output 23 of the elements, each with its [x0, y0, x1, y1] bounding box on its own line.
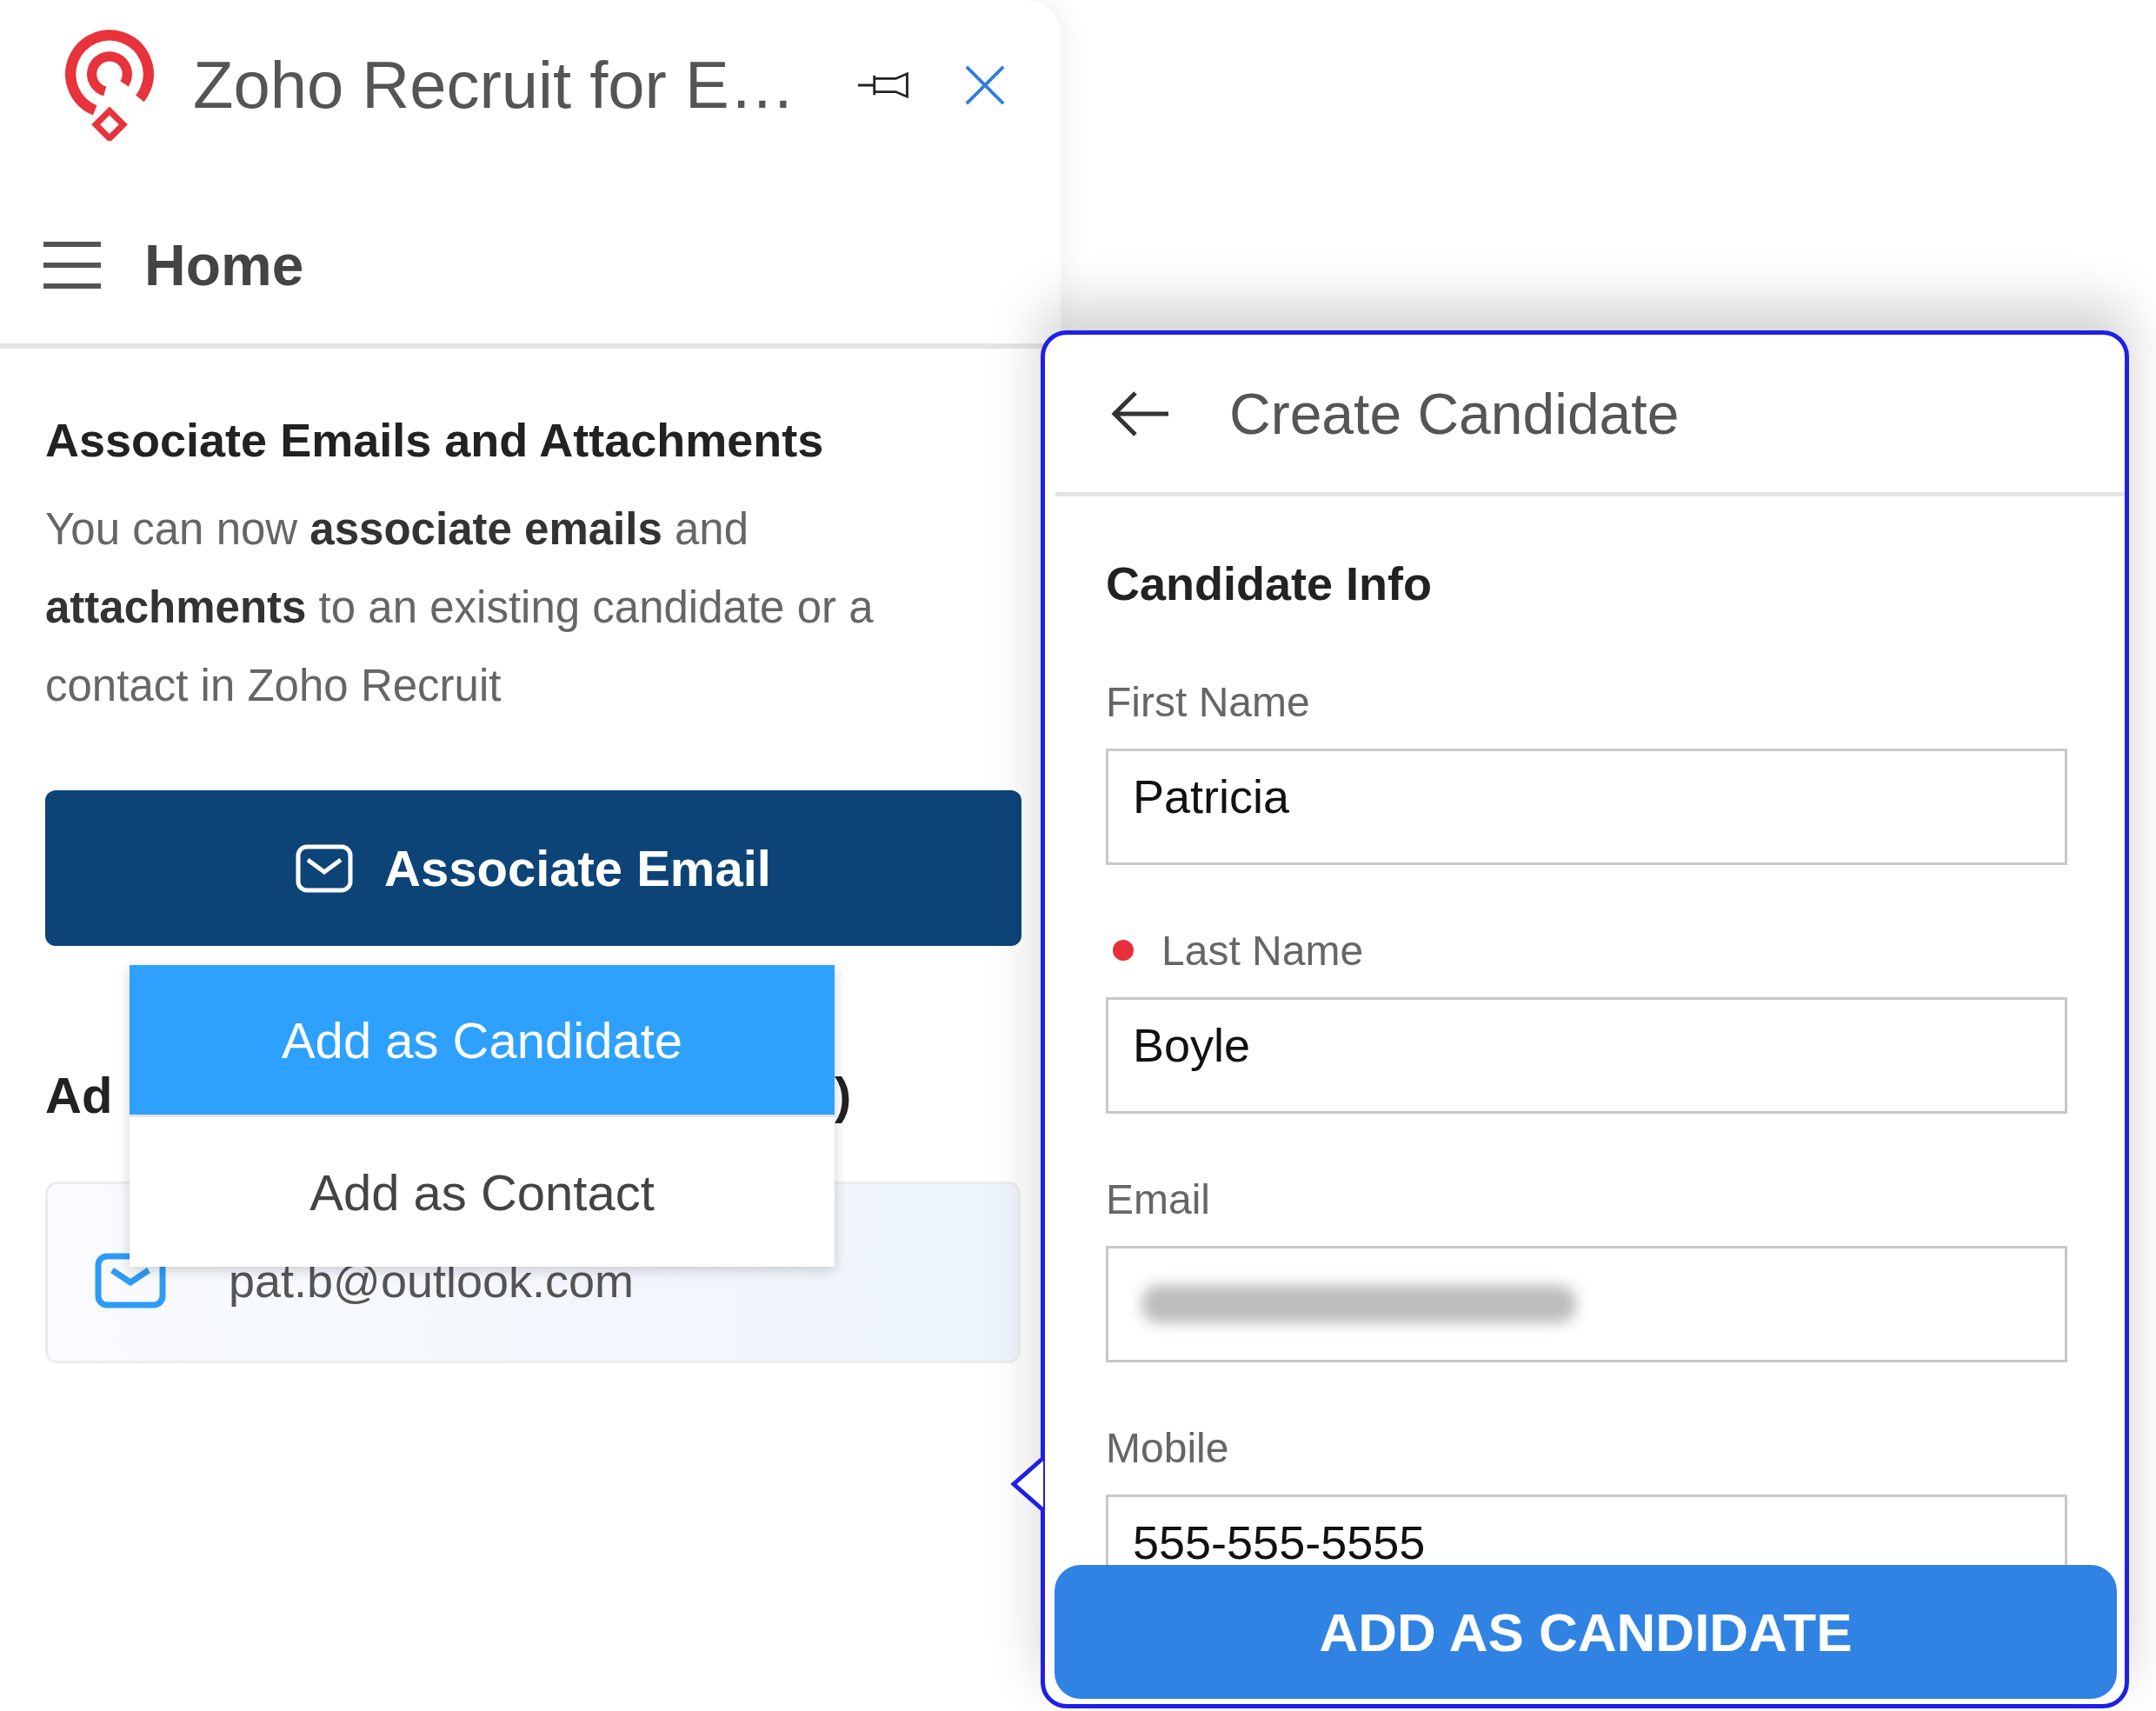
section-heading: Candidate Info — [1106, 556, 1433, 611]
input-field[interactable] — [1106, 1246, 2067, 1362]
window-title: Zoho Recruit for E… — [193, 47, 795, 123]
field-label: Email — [1106, 1175, 1211, 1223]
required-dot — [1113, 940, 1134, 961]
envelope-icon — [296, 843, 354, 893]
section-heading: ) — [835, 1067, 852, 1124]
field-label: Last Name — [1161, 926, 1364, 975]
input-field[interactable]: Patricia — [1106, 749, 2067, 865]
field-label: Mobile — [1106, 1423, 1229, 1472]
close-icon[interactable] — [963, 63, 1006, 106]
add-as-candidate-button[interactable]: ADD AS CANDIDATE — [1055, 1565, 2117, 1699]
section-heading: Associate Emails and Attachments — [45, 413, 825, 468]
description-text: You can now associate emails and attachments to an existing candidate or a contact in Zoho Recruit — [45, 503, 875, 712]
section-heading: Ad — [45, 1067, 113, 1123]
input-field[interactable]: Boyle — [1106, 997, 2067, 1114]
menu-icon[interactable] — [43, 241, 101, 290]
back-arrow-icon[interactable] — [1109, 389, 1170, 438]
field-label: First Name — [1106, 677, 1310, 726]
panel-title: Create Candidate — [1229, 380, 1680, 447]
menu-item[interactable]: Add as Contact — [130, 1115, 835, 1267]
page-title: Home — [144, 232, 304, 298]
associate-email-button[interactable]: Associate Email — [45, 790, 1021, 946]
